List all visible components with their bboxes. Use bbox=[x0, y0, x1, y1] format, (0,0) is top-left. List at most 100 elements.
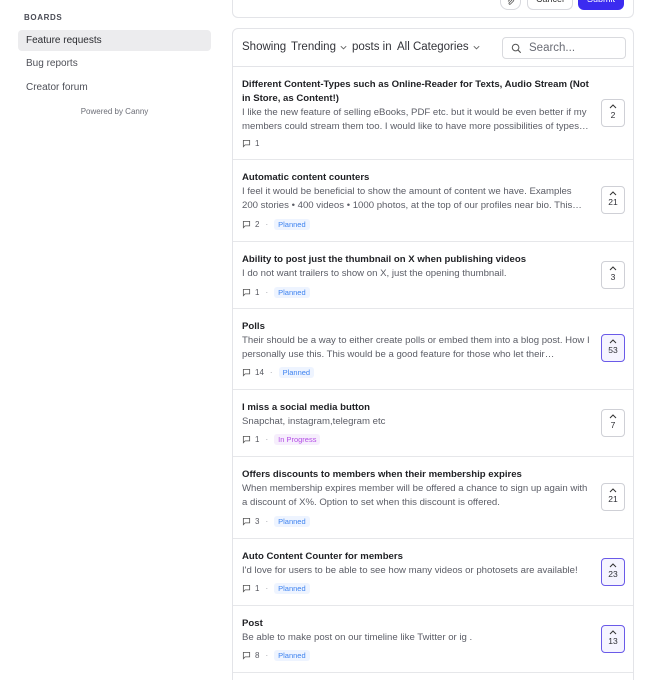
search-icon bbox=[511, 43, 522, 54]
meta-separator: · bbox=[265, 288, 269, 297]
board-item-bug-reports[interactable]: Bug reports bbox=[18, 53, 211, 74]
post-description: Be able to make post on our timeline lik… bbox=[242, 632, 473, 643]
post-meta: 3 · Planned bbox=[242, 516, 310, 527]
status-badge: In Progress bbox=[274, 434, 321, 445]
post-body: Different Content-Types such as Online-R… bbox=[242, 78, 590, 134]
comment-icon bbox=[242, 220, 251, 229]
upvote-arrow-icon bbox=[609, 266, 617, 271]
meta-separator: · bbox=[265, 435, 269, 444]
post-item[interactable]: Ability to post just the thumbnail on X … bbox=[233, 242, 633, 309]
post-meta: 14 · Planned bbox=[242, 367, 315, 378]
post-description: Snapchat, instagram,telegram etc bbox=[242, 416, 386, 427]
vote-count: 53 bbox=[608, 345, 618, 355]
cancel-button[interactable]: Cancel bbox=[527, 0, 573, 10]
status-badge: Planned bbox=[274, 516, 310, 527]
meta-separator: · bbox=[265, 517, 269, 526]
upvote-button[interactable]: 21 bbox=[601, 186, 625, 214]
paperclip-icon bbox=[507, 0, 515, 5]
post-item[interactable]: I miss a social media button Snapchat, i… bbox=[233, 390, 633, 457]
status-badge: Planned bbox=[274, 219, 310, 230]
post-description: Their should be a way to either create p… bbox=[242, 335, 590, 360]
post-composer bbox=[232, 0, 634, 18]
vote-count: 13 bbox=[608, 636, 618, 646]
post-item[interactable]: Polls Their should be a way to either cr… bbox=[233, 309, 633, 390]
vote-count: 3 bbox=[610, 272, 616, 282]
comment-icon bbox=[242, 435, 251, 444]
category-dropdown[interactable]: All Categories bbox=[397, 41, 481, 53]
upvote-arrow-icon bbox=[609, 104, 617, 109]
upvote-arrow-icon bbox=[609, 191, 617, 196]
post-description: I'd love for users to be able to see how… bbox=[242, 565, 578, 576]
post-item[interactable]: Different Content-Types such as Online-R… bbox=[233, 67, 633, 160]
meta-separator: · bbox=[269, 368, 273, 377]
showing-label: Showing bbox=[242, 41, 287, 53]
submit-button[interactable]: Submit bbox=[578, 0, 624, 10]
filter-bar: Showing Trending posts in All Categories… bbox=[233, 29, 633, 67]
post-body: Auto Content Counter for members I'd lov… bbox=[242, 550, 590, 578]
post-title: Different Content-Types such as Online-R… bbox=[242, 79, 589, 104]
post-body: Ability to post just the thumbnail on X … bbox=[242, 253, 590, 281]
post-item[interactable]: Automatic content counters I feel it wou… bbox=[233, 160, 633, 242]
upvote-button[interactable]: 7 bbox=[601, 409, 625, 437]
meta-separator: · bbox=[265, 584, 269, 593]
upvote-button[interactable]: 2 bbox=[601, 99, 625, 127]
search-placeholder: Search... bbox=[529, 42, 576, 54]
post-title: Ability to post just the thumbnail on X … bbox=[242, 254, 527, 265]
post-title: Auto Content Counter for members bbox=[242, 551, 403, 562]
comment-count: 1 bbox=[255, 288, 260, 297]
upvote-button[interactable]: 13 bbox=[601, 625, 625, 653]
post-description: I do not want trailers to show on X, jus… bbox=[242, 268, 507, 279]
upvote-button[interactable]: 23 bbox=[601, 558, 625, 586]
vote-count: 21 bbox=[608, 197, 618, 207]
post-item[interactable]: Offers discounts to members when their m… bbox=[233, 457, 633, 539]
sort-value: Trending bbox=[291, 41, 336, 53]
board-item-feature-requests[interactable]: Feature requests bbox=[18, 30, 211, 51]
status-badge: Planned bbox=[274, 650, 310, 661]
post-description: I like the new feature of selling eBooks… bbox=[242, 107, 590, 132]
comment-icon bbox=[242, 651, 251, 660]
comment-count: 1 bbox=[255, 435, 260, 444]
post-title: Polls bbox=[242, 321, 265, 332]
chevron-down-icon bbox=[340, 45, 347, 49]
meta-separator: · bbox=[265, 651, 269, 660]
upvote-arrow-icon bbox=[609, 563, 617, 568]
post-meta: 1 · In Progress bbox=[242, 434, 321, 445]
powered-by-link[interactable]: Powered by Canny bbox=[18, 107, 211, 116]
upvote-arrow-icon bbox=[609, 339, 617, 344]
upvote-button[interactable]: 3 bbox=[601, 261, 625, 289]
upvote-button[interactable]: 53 bbox=[601, 334, 625, 362]
upvote-button[interactable]: 21 bbox=[601, 483, 625, 511]
comment-count: 14 bbox=[255, 368, 264, 377]
posts-in-label: posts in bbox=[352, 41, 392, 53]
upvote-arrow-icon bbox=[609, 488, 617, 493]
vote-count: 2 bbox=[610, 110, 616, 120]
category-value: All Categories bbox=[397, 41, 469, 53]
vote-count: 23 bbox=[608, 569, 618, 579]
comment-count: 1 bbox=[255, 584, 260, 593]
board-list: Feature requests Bug reports Creator for… bbox=[18, 30, 211, 100]
post-item[interactable]: Auto Content Counter for members I'd lov… bbox=[233, 539, 633, 606]
post-meta: 1 · Planned bbox=[242, 583, 310, 594]
meta-separator: · bbox=[265, 220, 269, 229]
comment-icon bbox=[242, 517, 251, 526]
post-body: Automatic content counters I feel it wou… bbox=[242, 171, 590, 213]
search-input[interactable]: Search... bbox=[502, 37, 626, 59]
post-title: Post bbox=[242, 618, 263, 629]
sort-dropdown[interactable]: Trending bbox=[291, 41, 348, 53]
comment-icon bbox=[242, 139, 251, 148]
post-item[interactable]: Post Be able to make post on our timelin… bbox=[233, 606, 633, 673]
post-title: Offers discounts to members when their m… bbox=[242, 469, 522, 480]
comment-count: 3 bbox=[255, 517, 260, 526]
boards-heading: BOARDS bbox=[24, 13, 63, 22]
post-body: I miss a social media button Snapchat, i… bbox=[242, 401, 590, 429]
comment-count: 1 bbox=[255, 139, 260, 148]
status-badge: Planned bbox=[278, 367, 315, 378]
vote-count: 7 bbox=[610, 420, 616, 430]
comment-count: 8 bbox=[255, 651, 260, 660]
status-badge: Planned bbox=[274, 583, 310, 594]
board-item-creator-forum[interactable]: Creator forum bbox=[18, 77, 211, 98]
upvote-arrow-icon bbox=[609, 630, 617, 635]
vote-count: 21 bbox=[608, 494, 618, 504]
status-badge: Planned bbox=[274, 287, 310, 298]
post-title: Automatic content counters bbox=[242, 172, 370, 183]
